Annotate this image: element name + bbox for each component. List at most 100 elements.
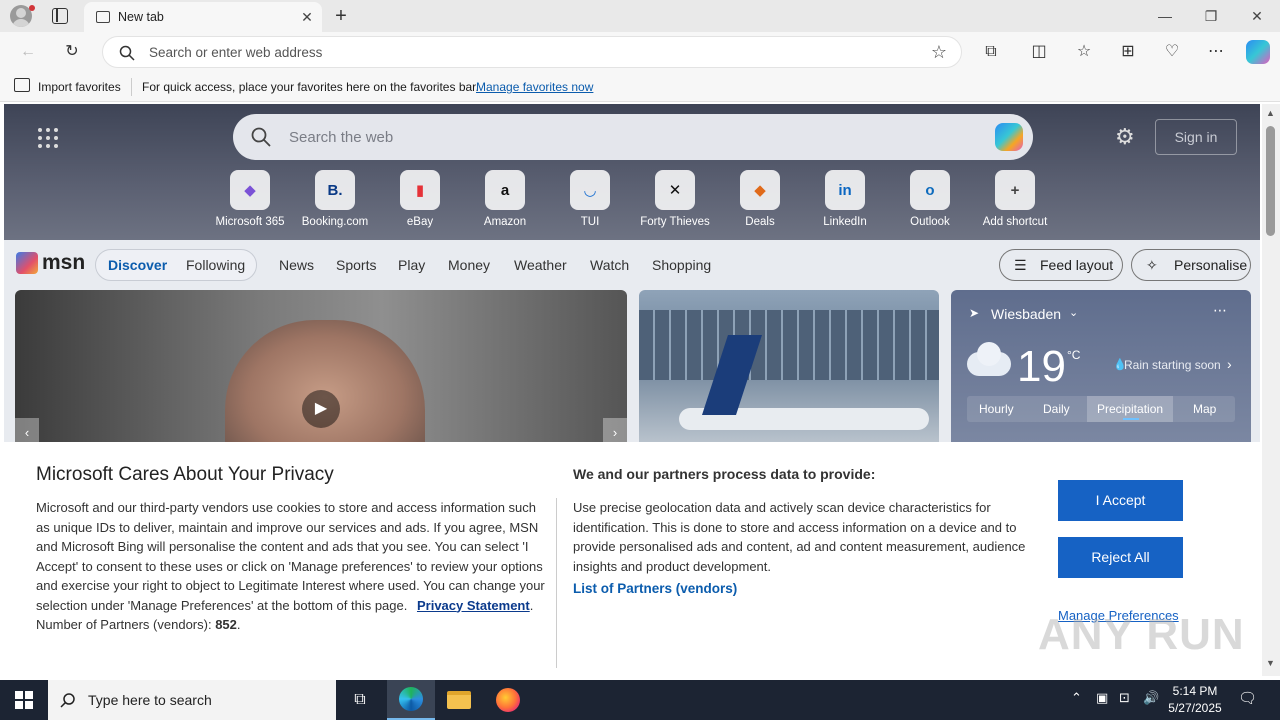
weather-card[interactable]: ➤ Wiesbaden ⌄ ⋯ 19 °C 💧 Rain starting so… [951,290,1251,442]
minimize-button[interactable]: — [1142,0,1188,32]
feed-layout-button[interactable]: ☰ Feed layout [999,249,1123,281]
msn-logo[interactable]: msn [16,251,85,275]
weather-tab-precipitation[interactable]: Precipitation [1097,402,1163,416]
close-tab-icon[interactable]: ✕ [298,8,316,26]
collections-icon[interactable]: ⊞ [1114,38,1142,66]
shortcut-tile[interactable]: ◡ TUI [548,170,632,228]
taskbar-search[interactable]: Type here to search [48,680,336,720]
split-screen-icon[interactable]: ◫ [1025,38,1053,66]
shortcut-tile[interactable]: in LinkedIn [803,170,887,228]
shortcut-tile[interactable]: + Add shortcut [973,170,1057,228]
tab-new-tab[interactable]: New tab ✕ [84,2,322,32]
manage-favorites-link[interactable]: Manage favorites now [476,80,593,94]
file-explorer-icon[interactable] [435,680,483,720]
task-view-button[interactable]: ⧉ [336,680,384,720]
taskbar-clock[interactable]: 5:14 PM 5/27/2025 [1160,683,1230,717]
shortcut-label: LinkedIn [823,216,867,228]
import-favorites-button[interactable]: Import favorites [38,80,121,94]
network-icon[interactable]: ⊡ [1119,690,1130,706]
reject-all-button[interactable]: Reject All [1058,537,1183,578]
shortcut-tile[interactable]: ▮ eBay [378,170,462,228]
shortcut-icon: ✕ [655,170,695,210]
nav-play[interactable]: Play [398,257,425,273]
favorites-hint: For quick access, place your favorites h… [142,80,479,94]
hero-background: Search the web ⚙ Sign in ◆ Microsoft 365 B… [4,104,1260,240]
personalise-button[interactable]: ✧ Personalise [1131,249,1251,281]
scroll-up-icon[interactable]: ▲ [1266,108,1275,118]
import-favorites-icon[interactable] [14,78,30,92]
more-icon[interactable]: ⋯ [1213,302,1227,319]
show-hidden-icons[interactable]: ⌃ [1071,690,1082,706]
shortcut-tile[interactable]: ✕ Forty Thieves [633,170,717,228]
scroll-thumb[interactable] [1266,126,1275,236]
privacy-statement-link[interactable]: Privacy Statement [417,598,530,613]
refresh-button[interactable]: ↻ [58,38,86,66]
news-card-video[interactable]: ▶ ‹ › [15,290,627,442]
weather-tab-map[interactable]: Map [1193,402,1216,416]
address-bar[interactable]: Search or enter web address ☆ [102,36,962,68]
shortcut-tile[interactable]: o Outlook [888,170,972,228]
accept-button[interactable]: I Accept [1058,480,1183,521]
chevron-down-icon[interactable]: ⌄ [1069,306,1078,319]
shortcut-label: Add shortcut [982,216,1048,228]
chevron-right-icon[interactable]: › [1227,356,1232,372]
favorites-icon[interactable]: ☆ [1070,38,1098,66]
extensions-icon[interactable]: ⧉ [977,38,1005,66]
notification-dot [29,5,35,11]
web-search-box[interactable]: Search the web [233,114,1033,160]
nav-sports[interactable]: Sports [336,257,376,273]
shortcut-tile[interactable]: B. Booking.com [293,170,377,228]
shortcut-icon: ◡ [570,170,610,210]
nav-watch[interactable]: Watch [590,257,629,273]
device-icon[interactable]: ▣ [1096,690,1108,706]
performance-icon[interactable]: ♡ [1158,38,1186,66]
tab-discover[interactable]: Discover [108,257,167,273]
nav-money[interactable]: Money [448,257,490,273]
scroll-down-icon[interactable]: ▼ [1266,658,1275,668]
tab-page-icon [96,11,110,23]
tab-actions-icon[interactable] [52,8,68,24]
apps-launcher-icon[interactable] [38,128,58,148]
list-of-partners-link[interactable]: List of Partners (vendors) [573,581,737,596]
copilot-icon[interactable] [1246,40,1270,64]
more-options-icon[interactable]: ⋯ [1202,38,1230,66]
settings-gear-icon[interactable]: ⚙ [1115,124,1135,150]
partners-count: 852 [215,617,237,632]
firefox-icon[interactable] [484,680,532,720]
new-tab-button[interactable]: + [330,4,352,28]
shortcut-tile[interactable]: ◆ Deals [718,170,802,228]
partners-count-label: Number of Partners (vendors): [36,617,212,632]
address-placeholder: Search or enter web address [149,45,323,60]
carousel-next-icon[interactable]: › [603,418,627,442]
page-scrollbar[interactable]: ▲ ▼ [1262,104,1280,676]
weather-city[interactable]: Wiesbaden [991,306,1061,322]
carousel-prev-icon[interactable]: ‹ [15,418,39,442]
sign-in-button[interactable]: Sign in [1155,119,1237,155]
weather-note[interactable]: Rain starting soon [1124,358,1221,372]
shortcut-icon: ◆ [230,170,270,210]
favorite-star-icon[interactable]: ☆ [931,42,947,63]
volume-icon[interactable]: 🔊 [1143,690,1159,706]
shortcut-icon: ▮ [400,170,440,210]
shortcut-label: Microsoft 365 [215,216,285,228]
shortcut-tile[interactable]: ◆ Microsoft 365 [208,170,292,228]
tab-following[interactable]: Following [186,257,245,273]
sliders-icon: ☰ [1014,257,1027,273]
shortcut-tile[interactable]: a Amazon [463,170,547,228]
restore-button[interactable]: ❐ [1188,0,1234,32]
notifications-icon[interactable]: 🗨 [1238,689,1257,707]
nav-weather[interactable]: Weather [514,257,567,273]
close-window-button[interactable]: ✕ [1234,0,1280,32]
copilot-search-icon[interactable] [995,123,1023,151]
back-button[interactable]: ← [14,38,42,66]
news-card-airport[interactable] [639,290,939,442]
edge-taskbar-icon[interactable] [387,680,435,720]
play-icon[interactable]: ▶ [302,390,340,428]
nav-shopping[interactable]: Shopping [652,257,711,273]
start-button[interactable] [0,680,48,720]
privacy-title: Microsoft Cares About Your Privacy [36,464,334,485]
weather-tab-hourly[interactable]: Hourly [979,402,1014,416]
weather-tab-daily[interactable]: Daily [1043,402,1070,416]
anyrun-watermark: ANY RUN [1038,610,1245,659]
nav-news[interactable]: News [279,257,314,273]
